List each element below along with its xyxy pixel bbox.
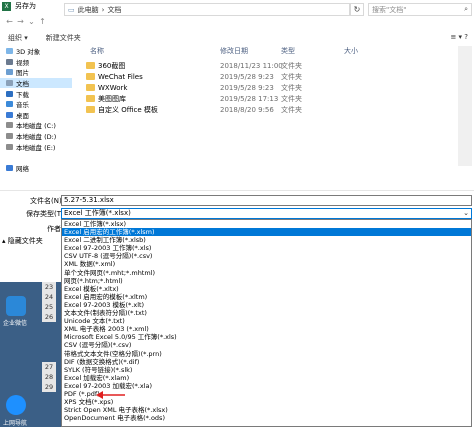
video-icon bbox=[6, 58, 13, 65]
filetype-select[interactable]: Excel 工作簿(*.xlsx) ⌄ bbox=[61, 208, 472, 219]
folder-icon bbox=[86, 106, 95, 113]
filetype-option[interactable]: Excel 模板(*.xltx) bbox=[62, 285, 471, 293]
divider bbox=[0, 190, 474, 191]
breadcrumb-this-pc[interactable]: 此电脑 bbox=[78, 5, 99, 15]
column-header-date[interactable]: 修改日期 bbox=[220, 46, 248, 58]
filetype-option[interactable]: DIF (数据交换格式)(*.dif) bbox=[62, 358, 471, 366]
window-title: 另存为 bbox=[15, 2, 36, 10]
row-number: 26 bbox=[42, 312, 56, 322]
filetype-option[interactable]: 文本文件(制表符分隔)(*.txt) bbox=[62, 309, 471, 317]
filetype-option[interactable]: Unicode 文本(*.txt) bbox=[62, 317, 471, 325]
row-number: 23 bbox=[42, 282, 56, 292]
row-number: 25 bbox=[42, 302, 56, 312]
desktop-icon bbox=[6, 111, 13, 118]
network-icon bbox=[6, 164, 13, 171]
filetype-option[interactable]: 带格式文本文件(空格分隔)(*.prn) bbox=[62, 350, 471, 358]
sidebar-item-drive-d[interactable]: 本地磁盘 (D:) bbox=[0, 131, 72, 142]
desktop-label-browser: 上网导航 bbox=[3, 420, 28, 427]
filetype-option[interactable]: Excel 97-2003 加载宏(*.xla) bbox=[62, 382, 471, 390]
download-icon bbox=[6, 90, 13, 97]
vertical-scrollbar[interactable] bbox=[458, 46, 472, 166]
file-row[interactable]: 美图图库 2019/5/28 17:13 文件夹 bbox=[76, 93, 376, 104]
filetype-option[interactable]: Excel 工作簿(*.xlsx) bbox=[62, 220, 471, 228]
sidebar-item-music[interactable]: 音乐 bbox=[0, 99, 72, 110]
filetype-option[interactable]: XML 数据(*.xml) bbox=[62, 260, 471, 268]
filetype-option[interactable]: Excel 启用宏的工作簿(*.xlsm) bbox=[62, 228, 471, 237]
file-row[interactable]: WeChat Files 2019/5/28 9:23 文件夹 bbox=[76, 71, 376, 82]
red-arrow-icon bbox=[96, 391, 125, 399]
view-options-button[interactable]: ≡ ▾ ? bbox=[450, 33, 468, 41]
filetype-option[interactable]: Excel 97-2003 模板(*.xlt) bbox=[62, 301, 471, 309]
refresh-icon[interactable]: ↻ bbox=[350, 3, 364, 16]
folder-icon: ▭ bbox=[68, 5, 75, 14]
search-placeholder: 搜索"文档" bbox=[372, 5, 407, 14]
drive-icon bbox=[6, 143, 13, 150]
new-folder-button[interactable]: 新建文件夹 bbox=[46, 33, 81, 43]
breadcrumb-documents[interactable]: 文档 bbox=[107, 5, 121, 15]
filetype-option[interactable]: OpenDocument 电子表格(*.ods) bbox=[62, 414, 471, 422]
picture-icon bbox=[6, 69, 13, 76]
sidebar-item-videos[interactable]: 视频 bbox=[0, 57, 72, 68]
back-arrow-icon[interactable]: ← bbox=[4, 17, 15, 26]
sidebar-item-network[interactable]: 网络 bbox=[0, 163, 72, 174]
filetype-option[interactable]: CSV UTF-8 (逗号分隔)(*.csv) bbox=[62, 252, 471, 260]
3d-objects-icon bbox=[6, 48, 13, 55]
filetype-option[interactable]: 网页(*.htm;*.html) bbox=[62, 277, 471, 285]
desktop-label-wecom: 企业微信 bbox=[3, 320, 28, 327]
column-header-type[interactable]: 类型 bbox=[281, 46, 295, 58]
sidebar-item-3d-objects[interactable]: 3D 对象 bbox=[0, 46, 72, 57]
filetype-option[interactable]: 单个文件网页(*.mht;*.mhtml) bbox=[62, 269, 471, 277]
breadcrumb-separator: › bbox=[101, 5, 105, 14]
folder-icon bbox=[86, 95, 95, 102]
filename-input[interactable]: 5.27-5.31.xlsx bbox=[61, 195, 472, 206]
filetype-option[interactable]: CSV (逗号分隔)(*.csv) bbox=[62, 341, 471, 349]
filetype-option[interactable]: Excel 启用宏的模板(*.xltm) bbox=[62, 293, 471, 301]
browser-icon[interactable] bbox=[6, 395, 26, 415]
column-header-name[interactable]: 名称 bbox=[90, 46, 104, 58]
filetype-selected-value: Excel 工作簿(*.xlsx) bbox=[64, 209, 131, 217]
folder-icon bbox=[86, 62, 95, 69]
row-number: 24 bbox=[42, 292, 56, 302]
filetype-option[interactable]: SYLK (符号链接)(*.slk) bbox=[62, 366, 471, 374]
command-bar: 组织 ▾ 新建文件夹 ≡ ▾ ? bbox=[0, 31, 474, 45]
wecom-icon[interactable] bbox=[6, 296, 26, 316]
column-header-size[interactable]: 大小 bbox=[344, 46, 358, 58]
forward-arrow-icon[interactable]: → bbox=[15, 17, 26, 26]
file-list: 名称 修改日期 类型 大小 360截图 2018/11/23 11:00 文件夹 W… bbox=[76, 46, 474, 166]
sidebar-item-drive-e[interactable]: 本地磁盘 (E:) bbox=[0, 141, 72, 152]
document-icon bbox=[6, 80, 13, 87]
hide-folders-button[interactable]: ▴ 隐藏文件夹 bbox=[2, 236, 43, 246]
folder-icon bbox=[86, 84, 95, 91]
row-number: 28 bbox=[42, 372, 56, 382]
up-arrow-icon[interactable]: ↑ bbox=[37, 17, 48, 26]
music-icon bbox=[6, 101, 13, 108]
search-icon: ⌕ bbox=[464, 5, 468, 13]
sidebar-item-pictures[interactable]: 图片 bbox=[0, 67, 72, 78]
sidebar-item-documents[interactable]: 文档 bbox=[0, 77, 72, 89]
drive-icon bbox=[6, 122, 13, 129]
file-row[interactable]: 自定义 Office 模板 2018/8/20 9:56 文件夹 bbox=[76, 104, 376, 115]
organize-button[interactable]: 组织 ▾ bbox=[8, 33, 28, 43]
navigation-pane: 3D 对象 视频 图片 文档 下载 音乐 桌面 本地磁盘 (C:) 本地磁盘 (… bbox=[0, 46, 72, 176]
folder-icon bbox=[86, 73, 95, 80]
filename-label: 文件名(N): bbox=[30, 197, 65, 205]
filetype-option[interactable]: Excel 加载宏(*.xlam) bbox=[62, 374, 471, 382]
search-input[interactable]: 搜索"文档" ⌕ bbox=[368, 3, 472, 16]
sidebar-item-drive-c[interactable]: 本地磁盘 (C:) bbox=[0, 120, 72, 131]
sidebar-item-desktop[interactable]: 桌面 bbox=[0, 110, 72, 121]
chevron-down-icon[interactable]: ⌄ bbox=[26, 17, 37, 26]
row-number: 27 bbox=[42, 362, 56, 372]
drive-icon bbox=[6, 133, 13, 140]
excel-app-icon: X bbox=[2, 1, 11, 11]
file-row[interactable]: 360截图 2018/11/23 11:00 文件夹 bbox=[76, 60, 376, 71]
chevron-down-icon: ⌄ bbox=[463, 209, 469, 217]
sidebar-item-downloads[interactable]: 下载 bbox=[0, 88, 72, 99]
address-bar[interactable]: ▭ 此电脑 › 文档 bbox=[64, 3, 350, 16]
file-row[interactable]: WXWork 2019/5/28 9:23 文件夹 bbox=[76, 82, 376, 93]
row-number: 29 bbox=[42, 382, 56, 392]
